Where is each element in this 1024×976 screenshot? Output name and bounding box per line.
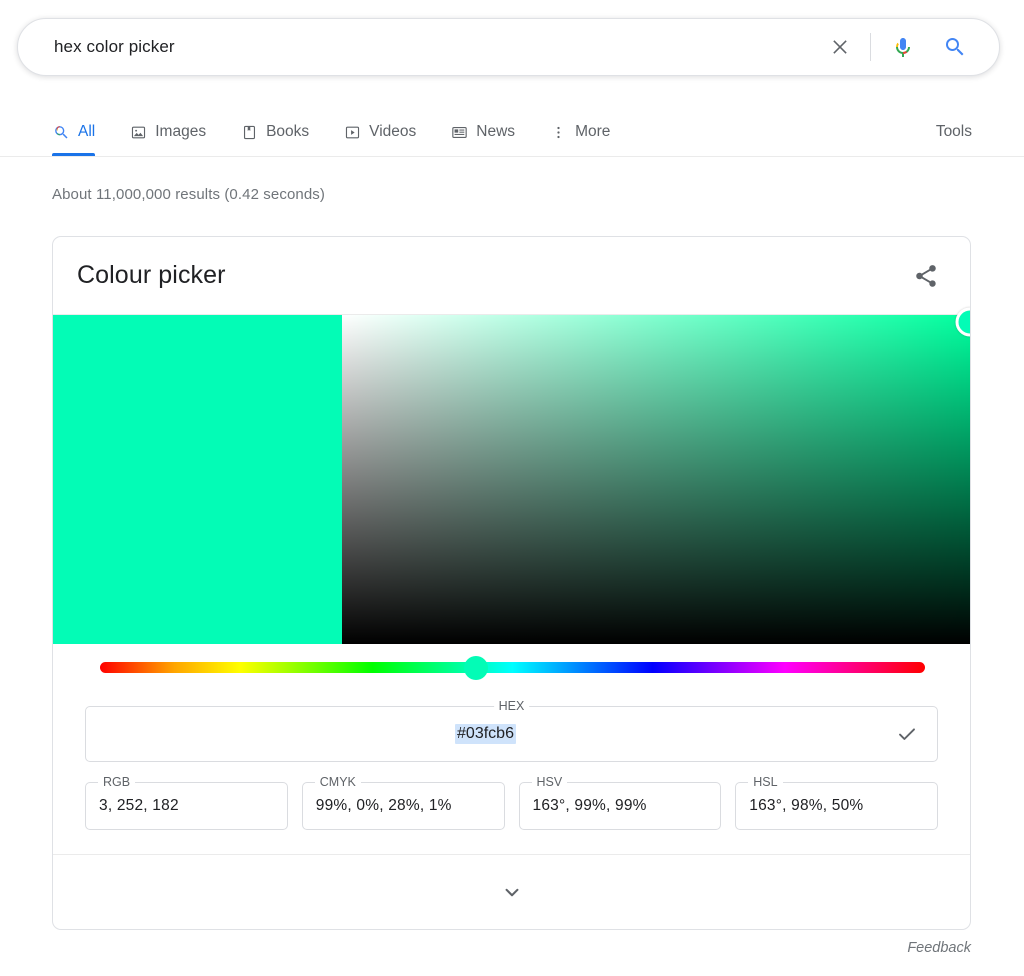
tab-label: Images bbox=[155, 123, 206, 141]
tools-label: Tools bbox=[936, 123, 972, 141]
news-icon bbox=[450, 123, 468, 141]
microphone-icon bbox=[891, 35, 915, 59]
clear-search-button[interactable] bbox=[818, 25, 862, 69]
search-input[interactable] bbox=[18, 36, 818, 58]
tab-images[interactable]: Images bbox=[129, 108, 222, 156]
hue-slider-track[interactable] bbox=[100, 662, 925, 673]
search-bar[interactable] bbox=[17, 18, 1000, 76]
result-stats: About 11,000,000 results (0.42 seconds) bbox=[52, 186, 325, 203]
tab-label: Books bbox=[266, 123, 309, 141]
colour-model-fields: RGB 3, 252, 182 CMYK 99%, 0%, 28%, 1% HS… bbox=[85, 782, 938, 854]
hsl-field[interactable]: HSL 163°, 98%, 50% bbox=[735, 782, 938, 830]
hsv-field-legend: HSV bbox=[532, 775, 568, 790]
hex-confirm-button[interactable] bbox=[885, 712, 929, 756]
card-expand-row bbox=[53, 854, 970, 929]
video-icon bbox=[343, 123, 361, 141]
hsv-field[interactable]: HSV 163°, 99%, 99% bbox=[519, 782, 722, 830]
saturation-value-gradient[interactable] bbox=[342, 315, 970, 644]
rgb-field[interactable]: RGB 3, 252, 182 bbox=[85, 782, 288, 830]
colour-gradient-area[interactable] bbox=[53, 314, 970, 644]
card-header: Colour picker bbox=[53, 237, 970, 314]
tab-label: All bbox=[78, 123, 95, 141]
chevron-down-icon bbox=[499, 879, 525, 905]
colour-preview-swatch bbox=[53, 315, 342, 644]
tab-all[interactable]: All bbox=[52, 108, 111, 156]
cmyk-field-legend: CMYK bbox=[315, 775, 361, 790]
more-vertical-icon bbox=[549, 123, 567, 141]
book-icon bbox=[240, 123, 258, 141]
page-title: Colour picker bbox=[77, 261, 226, 290]
hsl-field-value: 163°, 98%, 50% bbox=[736, 797, 863, 815]
google-search-page: All Images bbox=[0, 0, 1024, 976]
image-icon bbox=[129, 123, 147, 141]
hex-field-legend: HEX bbox=[494, 699, 530, 714]
tab-label: News bbox=[476, 123, 515, 141]
cmyk-field-value: 99%, 0%, 28%, 1% bbox=[303, 797, 452, 815]
hue-slider-row bbox=[53, 644, 970, 706]
hex-field[interactable]: HEX #03fcb6 bbox=[85, 706, 938, 762]
cmyk-field[interactable]: CMYK 99%, 0%, 28%, 1% bbox=[302, 782, 505, 830]
tab-label: More bbox=[575, 123, 610, 141]
share-icon bbox=[913, 263, 939, 289]
rgb-field-legend: RGB bbox=[98, 775, 135, 790]
search-divider bbox=[870, 33, 871, 61]
feedback-link[interactable]: Feedback bbox=[907, 940, 971, 956]
hex-input[interactable]: #03fcb6 bbox=[455, 724, 516, 744]
value-layer bbox=[342, 315, 970, 644]
colour-picker-card: Colour picker HEX bbox=[52, 236, 971, 930]
tab-news[interactable]: News bbox=[450, 108, 531, 156]
search-icon bbox=[52, 123, 70, 141]
search-submit-button[interactable] bbox=[933, 25, 977, 69]
hue-slider-thumb[interactable] bbox=[464, 656, 488, 680]
rgb-field-value: 3, 252, 182 bbox=[86, 797, 179, 815]
nav-bottom-rule bbox=[0, 156, 1024, 157]
check-icon bbox=[895, 722, 919, 746]
hex-value-wrap: #03fcb6 bbox=[86, 724, 885, 744]
search-nav: All Images bbox=[0, 108, 1024, 158]
voice-search-button[interactable] bbox=[883, 25, 923, 69]
search-icon bbox=[943, 35, 967, 59]
hsl-field-legend: HSL bbox=[748, 775, 782, 790]
nav-tabs: All Images bbox=[52, 108, 644, 156]
expand-card-button[interactable] bbox=[488, 872, 536, 912]
colour-value-fields: HEX #03fcb6 RGB 3, 252, 182 CMYK 99 bbox=[53, 706, 970, 854]
share-button[interactable] bbox=[906, 256, 946, 296]
tab-label: Videos bbox=[369, 123, 416, 141]
tab-videos[interactable]: Videos bbox=[343, 108, 432, 156]
tab-books[interactable]: Books bbox=[240, 108, 325, 156]
tab-more[interactable]: More bbox=[549, 108, 626, 156]
tools-button[interactable]: Tools bbox=[936, 108, 972, 156]
hsv-field-value: 163°, 99%, 99% bbox=[520, 797, 647, 815]
close-icon bbox=[828, 35, 852, 59]
